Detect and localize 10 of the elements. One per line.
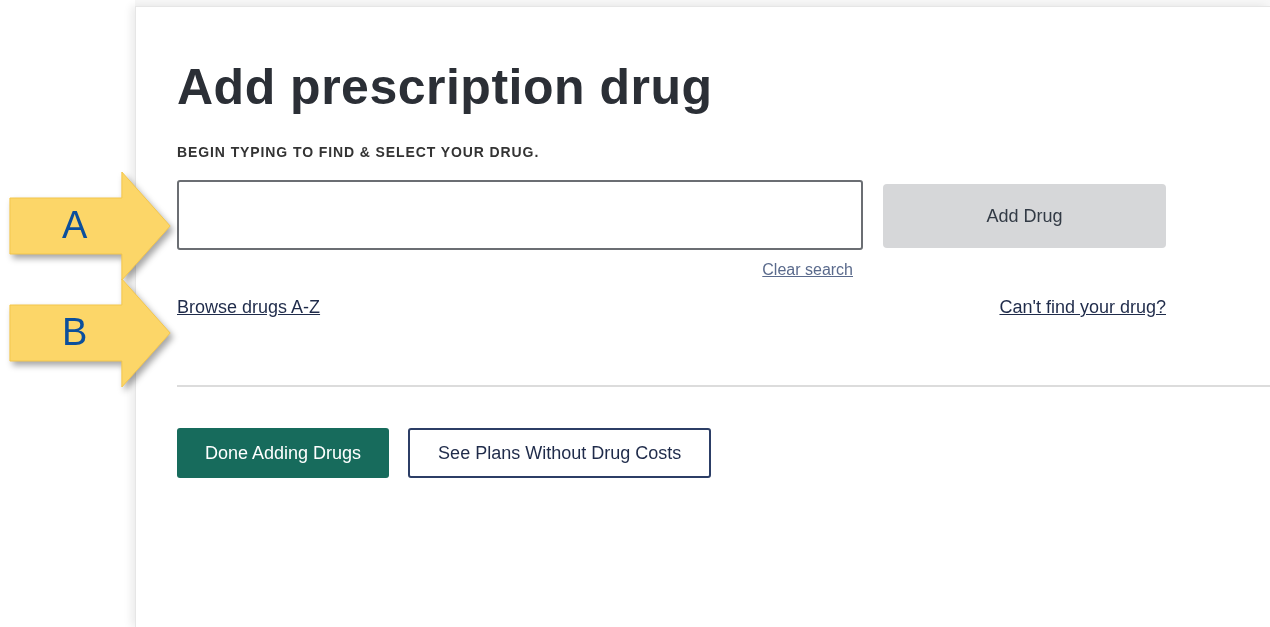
callout-letter: B xyxy=(62,310,88,355)
search-label: BEGIN TYPING TO FIND & SELECT YOUR DRUG. xyxy=(177,143,540,162)
page-title: Add prescription drug xyxy=(177,58,713,117)
drug-search-field[interactable] xyxy=(177,180,863,250)
cant-find-drug-link[interactable]: Can't find your drug? xyxy=(999,294,1166,321)
callout-letter: A xyxy=(62,203,88,248)
see-plans-button[interactable]: See Plans Without Drug Costs xyxy=(408,428,712,478)
done-adding-drugs-button[interactable]: Done Adding Drugs xyxy=(177,428,390,478)
clear-search-link[interactable]: Clear search xyxy=(762,258,853,282)
browse-drugs-link[interactable]: Browse drugs A-Z xyxy=(177,294,321,321)
